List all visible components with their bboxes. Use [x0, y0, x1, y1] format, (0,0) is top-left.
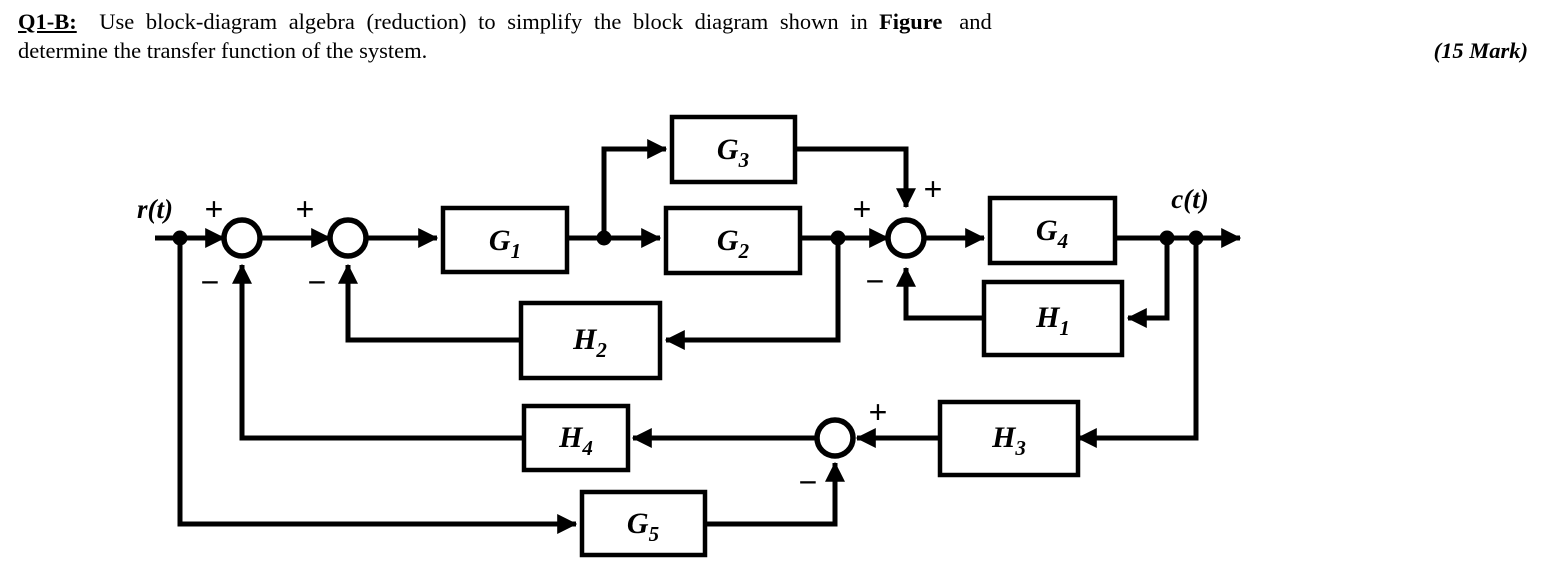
sign-sum4-plus: + — [869, 394, 888, 430]
block-g5-letter: G — [627, 507, 649, 540]
question-marks: (15 Mark) — [1433, 37, 1528, 63]
block-h4-letter: H — [558, 421, 584, 454]
summing-junction-2 — [327, 217, 369, 259]
wire-output-to-h1 — [1126, 238, 1170, 328]
block-g1-subscript: 1 — [511, 239, 522, 263]
block-g4-subscript: 4 — [1057, 229, 1069, 253]
sign-sum4-minus: − — [799, 464, 818, 500]
block-h3-subscript: 3 — [1014, 436, 1026, 460]
pickoff-dot-output-h3 — [1188, 230, 1204, 246]
question-figure-ref: Figure — [879, 9, 943, 34]
question-text-part-1: Use block-diagram algebra (reduction) to… — [99, 9, 868, 34]
sign-sum3-minus: − — [866, 263, 885, 299]
pickoff-dot-g1-output — [596, 230, 612, 246]
summing-junction-1 — [221, 217, 263, 259]
block-g1: G1 — [440, 205, 570, 275]
sign-sum2-minus: − — [308, 264, 327, 300]
block-diagram: G1 G2 G3 G4 G5 H1 H2 H3 H4 r(t) c(t) + −… — [0, 90, 1544, 574]
pickoff-dot-g2-output — [830, 230, 846, 246]
block-g2-letter: G — [717, 224, 739, 257]
sign-sum1-minus: − — [201, 264, 220, 300]
block-g2-subscript: 2 — [738, 239, 750, 263]
output-signal-label: c(t) — [1171, 184, 1208, 214]
block-g1-letter: G — [489, 224, 511, 257]
question-label: Q1-B: — [18, 9, 77, 34]
sign-sum3-plus-left: + — [853, 191, 872, 227]
block-h3-letter: H — [991, 421, 1017, 454]
wire-g3-to-sum3 — [795, 146, 916, 209]
question-line-1: Q1-B: Use block-diagram algebra (reducti… — [18, 8, 1528, 37]
wire-h4-to-sum1 — [232, 263, 524, 441]
block-h1-letter: H — [1035, 301, 1061, 334]
block-h1-subscript: 1 — [1059, 316, 1070, 340]
block-g3: G3 — [669, 114, 798, 185]
block-g5-subscript: 5 — [649, 522, 660, 546]
question-text-part-2: and — [959, 9, 992, 34]
wire-h1-to-sum3 — [896, 266, 984, 321]
pickoff-dot-input — [172, 230, 188, 246]
block-g2: G2 — [663, 205, 803, 276]
summing-junction-3 — [885, 217, 927, 259]
wire-input-branch-to-g5 — [177, 238, 578, 534]
block-h4: H4 — [521, 403, 631, 473]
question-header: Q1-B: Use block-diagram algebra (reducti… — [18, 8, 1528, 66]
block-g3-subscript: 3 — [738, 148, 750, 172]
sign-sum2-plus: + — [296, 191, 315, 227]
summing-junction-4 — [814, 417, 856, 459]
wire-pickoff-to-g3 — [601, 139, 668, 238]
block-h2-letter: H — [572, 323, 598, 356]
block-g3-letter: G — [717, 133, 739, 166]
sign-sum3-plus-top: + — [924, 171, 943, 207]
block-h3: H3 — [937, 399, 1081, 478]
block-h2-subscript: 2 — [595, 338, 607, 362]
question-text-part-3: determine the transfer function of the s… — [18, 37, 428, 63]
sign-sum1-plus: + — [205, 191, 224, 227]
block-h1: H1 — [981, 279, 1125, 358]
block-g5: G5 — [579, 489, 708, 558]
question-line-2: determine the transfer function of the s… — [18, 37, 1528, 66]
block-g4-letter: G — [1036, 214, 1058, 247]
pickoff-dot-output-h1 — [1159, 230, 1175, 246]
block-g4: G4 — [987, 195, 1118, 266]
block-h2: H2 — [518, 300, 663, 381]
block-h4-subscript: 4 — [581, 436, 593, 460]
input-signal-label: r(t) — [137, 194, 173, 224]
wire-h2-to-sum2 — [338, 263, 521, 343]
